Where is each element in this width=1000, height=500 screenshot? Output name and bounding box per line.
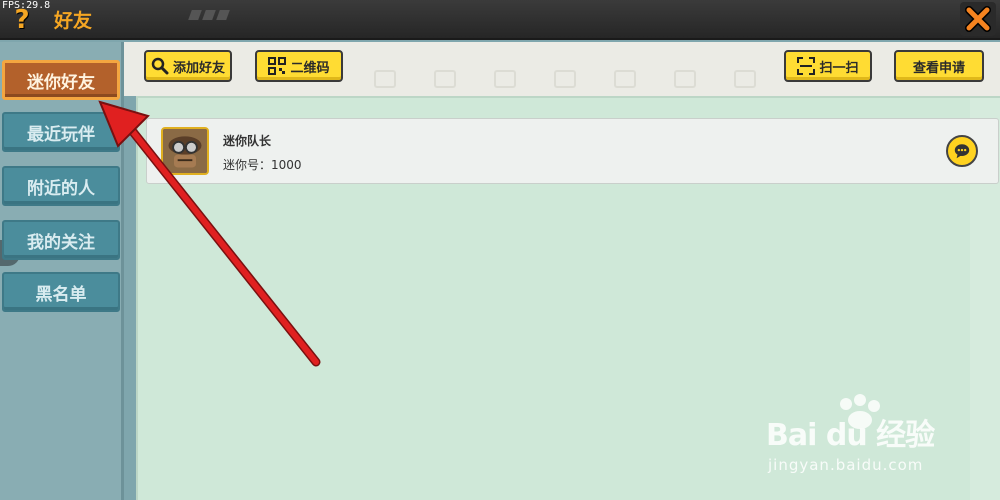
friend-name: 迷你队长 [223, 134, 272, 148]
sidebar-item-label: 黑名单 [35, 284, 87, 305]
sidebar: 迷你好友 最近玩伴 附近的人 我的关注 黑名单 [0, 42, 124, 500]
title-bar: FPS:29.8 ? 好友 [0, 0, 1000, 40]
watermark-logo: Bai du 经验 [766, 418, 935, 453]
sidebar-item-label: 附近的人 [27, 178, 95, 199]
sidebar-item-label: 迷你好友 [27, 72, 95, 93]
close-button[interactable] [960, 2, 996, 36]
sidebar-item-blacklist[interactable]: 黑名单 [2, 272, 120, 312]
chat-button[interactable] [946, 135, 978, 167]
sidebar-item-mini-friends[interactable]: 迷你好友 [2, 60, 120, 100]
sidebar-item-label: 最近玩伴 [27, 124, 95, 145]
view-requests-button[interactable]: 查看申请 [894, 50, 984, 82]
add-friend-button[interactable]: 添加好友 [144, 50, 232, 82]
add-friend-label: 添加好友 [172, 60, 225, 76]
bg-pattern-icon [374, 70, 396, 88]
bg-pattern-icon [734, 70, 756, 88]
chat-bubble-icon [954, 144, 970, 159]
bg-pattern-icon [434, 70, 456, 88]
help-icon[interactable]: ? [10, 6, 34, 34]
search-icon [151, 57, 169, 75]
bg-pattern-icon [674, 70, 696, 88]
scan-button[interactable]: 扫一扫 [784, 50, 872, 82]
scan-label: 扫一扫 [819, 60, 859, 76]
scan-icon [797, 57, 816, 75]
page-title: 好友 [54, 10, 93, 32]
sidebar-item-nearby[interactable]: 附近的人 [2, 166, 120, 206]
friend-mini-id: 迷你号：1000 [223, 158, 302, 172]
sidebar-item-recent-players[interactable]: 最近玩伴 [2, 112, 120, 152]
watermark-url: jingyan.baidu.com [768, 456, 924, 474]
pilot-avatar-icon[interactable] [161, 127, 209, 175]
bg-pattern-icon [554, 70, 576, 88]
friend-list-item[interactable]: 迷你队长 迷你号：1000 [146, 118, 999, 184]
baidu-watermark: Bai du 经验 jingyan.baidu.com [766, 392, 996, 482]
close-icon [965, 6, 991, 32]
qr-code-icon [268, 57, 287, 75]
title-decoration [188, 10, 234, 30]
qr-code-label: 二维码 [290, 60, 330, 76]
view-requests-label: 查看申请 [912, 60, 965, 76]
sidebar-item-following[interactable]: 我的关注 [2, 220, 120, 260]
sidebar-item-label: 我的关注 [27, 232, 95, 253]
bg-pattern-icon [494, 70, 516, 88]
bg-pattern-icon [614, 70, 636, 88]
qr-code-button[interactable]: 二维码 [255, 50, 343, 82]
